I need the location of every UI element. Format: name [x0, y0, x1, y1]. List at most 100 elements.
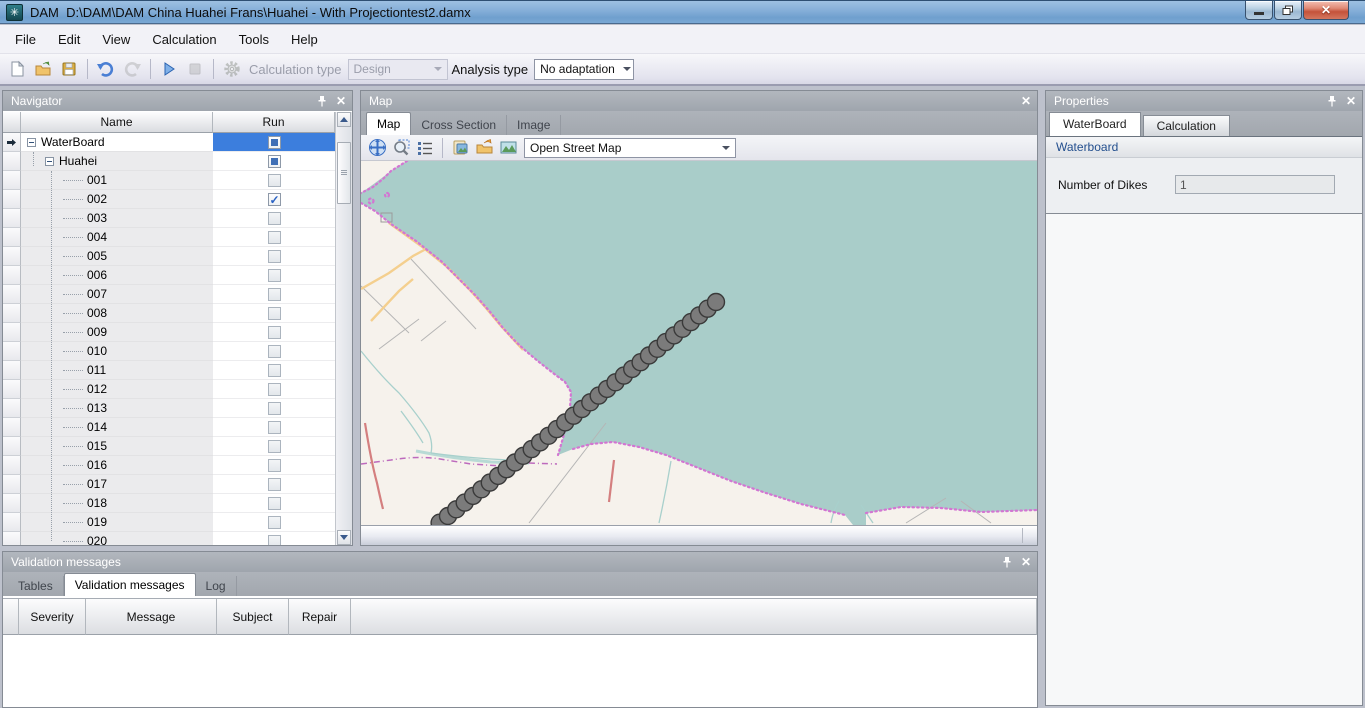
run-checkbox-003[interactable]	[268, 212, 281, 225]
number-of-dikes-input[interactable]	[1175, 175, 1335, 194]
tree-name-cell[interactable]: 007	[21, 285, 213, 304]
export-image-button[interactable]	[449, 137, 471, 159]
pin-icon[interactable]	[1327, 96, 1337, 107]
tree-row-007[interactable]: 007	[3, 285, 335, 304]
run-checkbox-014[interactable]	[268, 421, 281, 434]
tree-row-016[interactable]: 016	[3, 456, 335, 475]
tree-name-cell[interactable]: 009	[21, 323, 213, 342]
background-image-button[interactable]	[497, 137, 519, 159]
tree-name-cell[interactable]: 006	[21, 266, 213, 285]
tree-name-cell[interactable]: WaterBoard	[21, 133, 213, 152]
stop-calculation-button[interactable]	[183, 57, 207, 81]
tree-row-017[interactable]: 017	[3, 475, 335, 494]
run-calculation-button[interactable]	[157, 57, 181, 81]
run-cell[interactable]	[213, 152, 335, 171]
redo-button[interactable]	[120, 57, 144, 81]
run-checkbox-002[interactable]	[268, 193, 281, 206]
run-cell[interactable]	[213, 190, 335, 209]
tree-name-cell[interactable]: 014	[21, 418, 213, 437]
run-cell[interactable]	[213, 209, 335, 228]
run-cell[interactable]	[213, 418, 335, 437]
tree-row-008[interactable]: 008	[3, 304, 335, 323]
menu-item-view[interactable]: View	[91, 28, 141, 51]
run-cell[interactable]	[213, 133, 335, 152]
close-button[interactable]: ✕	[1303, 1, 1349, 20]
tree-name-cell[interactable]: 020	[21, 532, 213, 545]
calculation-settings-button[interactable]	[220, 57, 244, 81]
run-checkbox-020[interactable]	[268, 535, 281, 546]
run-checkbox-016[interactable]	[268, 459, 281, 472]
tree-name-cell[interactable]: 019	[21, 513, 213, 532]
open-folder-button[interactable]	[473, 137, 495, 159]
tab-waterboard[interactable]: WaterBoard	[1049, 112, 1141, 136]
tree-row-waterboard[interactable]: WaterBoard	[3, 133, 335, 152]
tab-tables[interactable]: Tables	[8, 576, 64, 596]
menu-item-edit[interactable]: Edit	[47, 28, 91, 51]
title-bar[interactable]: ✳ DAM D:\DAM\DAM China Huahei Frans\Huah…	[0, 0, 1365, 24]
run-cell[interactable]	[213, 437, 335, 456]
tree-name-cell[interactable]: 002	[21, 190, 213, 209]
menu-item-calculation[interactable]: Calculation	[141, 28, 227, 51]
run-cell[interactable]	[213, 361, 335, 380]
tree-name-cell[interactable]: 018	[21, 494, 213, 513]
save-file-button[interactable]	[57, 57, 81, 81]
tree-row-011[interactable]: 011	[3, 361, 335, 380]
tab-calculation[interactable]: Calculation	[1143, 115, 1230, 136]
run-checkbox-010[interactable]	[268, 345, 281, 358]
tree-row-015[interactable]: 015	[3, 437, 335, 456]
run-checkbox-005[interactable]	[268, 250, 281, 263]
tree-row-012[interactable]: 012	[3, 380, 335, 399]
navigator-scrollbar[interactable]	[335, 112, 352, 545]
map-horizontal-scrollbar[interactable]	[361, 525, 1037, 545]
column-header-subject[interactable]: Subject	[217, 599, 289, 635]
dike-point-marker[interactable]	[708, 294, 725, 311]
tree-row-001[interactable]: 001	[3, 171, 335, 190]
menu-item-file[interactable]: File	[4, 28, 47, 51]
undo-button[interactable]	[94, 57, 118, 81]
map-canvas[interactable]	[361, 161, 1037, 525]
tree-row-005[interactable]: 005	[3, 247, 335, 266]
run-checkbox-019[interactable]	[268, 516, 281, 529]
close-panel-icon[interactable]: ✕	[1021, 556, 1031, 568]
run-checkbox-009[interactable]	[268, 326, 281, 339]
tree-row-013[interactable]: 013	[3, 399, 335, 418]
pan-button[interactable]	[366, 137, 388, 159]
tree-name-cell[interactable]: 001	[21, 171, 213, 190]
open-file-button[interactable]	[31, 57, 55, 81]
run-cell[interactable]	[213, 228, 335, 247]
tree-row-002[interactable]: 002	[3, 190, 335, 209]
tree-row-006[interactable]: 006	[3, 266, 335, 285]
tree-row-018[interactable]: 018	[3, 494, 335, 513]
restore-button[interactable]	[1274, 1, 1302, 20]
run-column-header[interactable]: Run	[213, 112, 335, 133]
legend-button[interactable]	[414, 137, 436, 159]
tree-name-cell[interactable]: 017	[21, 475, 213, 494]
run-checkbox-waterboard[interactable]	[268, 136, 281, 149]
close-panel-icon[interactable]: ✕	[1021, 95, 1031, 107]
run-cell[interactable]	[213, 513, 335, 532]
tab-log[interactable]: Log	[196, 576, 237, 596]
run-checkbox-007[interactable]	[268, 288, 281, 301]
close-panel-icon[interactable]: ✕	[1346, 95, 1356, 107]
run-checkbox-004[interactable]	[268, 231, 281, 244]
pin-icon[interactable]	[317, 96, 327, 107]
tree-name-cell[interactable]: 011	[21, 361, 213, 380]
tree-row-014[interactable]: 014	[3, 418, 335, 437]
tree-name-cell[interactable]: 012	[21, 380, 213, 399]
tree-row-009[interactable]: 009	[3, 323, 335, 342]
zoom-selection-button[interactable]	[390, 137, 412, 159]
run-checkbox-006[interactable]	[268, 269, 281, 282]
tree-name-cell[interactable]: 016	[21, 456, 213, 475]
tree-row-huahei[interactable]: Huahei	[3, 152, 335, 171]
scroll-down-button[interactable]	[337, 530, 351, 545]
tree-name-cell[interactable]: 005	[21, 247, 213, 266]
tree-name-cell[interactable]: 010	[21, 342, 213, 361]
tree-expander-icon[interactable]	[27, 138, 36, 147]
column-header-message[interactable]: Message	[86, 599, 217, 635]
tree-name-cell[interactable]: 008	[21, 304, 213, 323]
run-checkbox-012[interactable]	[268, 383, 281, 396]
tree-expander-icon[interactable]	[45, 157, 54, 166]
scroll-up-button[interactable]	[337, 112, 351, 127]
column-header-repair[interactable]: Repair	[289, 599, 351, 635]
run-cell[interactable]	[213, 475, 335, 494]
